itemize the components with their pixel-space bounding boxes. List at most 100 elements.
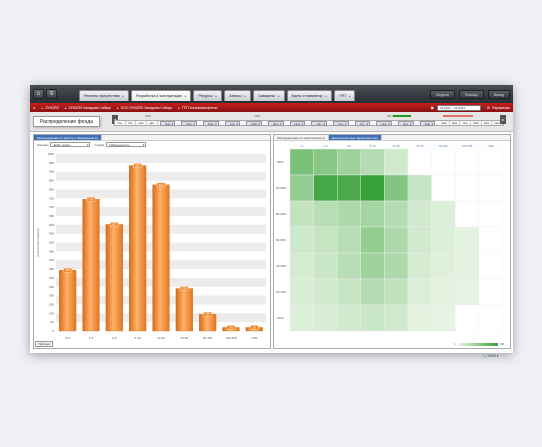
timeline-month[interactable]: Сен bbox=[115, 121, 126, 125]
timeline-month[interactable]: Июл bbox=[289, 121, 306, 126]
heatmap-cell[interactable] bbox=[289, 278, 314, 306]
heatmap-cell[interactable] bbox=[384, 226, 409, 254]
heatmap-cell[interactable] bbox=[289, 148, 314, 176]
heatmap-cell[interactable] bbox=[337, 278, 362, 306]
breadcrumb-item[interactable]: ▸ ТПП Когалымнефтегаз bbox=[176, 106, 218, 110]
zoom-indicator[interactable]: 🔍 100% ▾ bbox=[482, 354, 499, 358]
module-tab[interactable]: Ресурсы ▸ bbox=[193, 89, 223, 101]
timeline-month[interactable]: Май bbox=[471, 121, 482, 125]
timeline-month[interactable]: Фев bbox=[439, 121, 450, 125]
heatmap-cell[interactable] bbox=[431, 226, 456, 254]
panel-tab[interactable]: Распределение по дебиту и обводненности bbox=[34, 135, 102, 140]
timeline-months[interactable]: СенОктНояДекЯнвФевМарАпрМайИюнИюлАвгСенО… bbox=[114, 120, 504, 126]
timeline-compare-range[interactable] bbox=[443, 115, 473, 117]
bar[interactable] bbox=[152, 184, 170, 332]
heatmap-cell[interactable] bbox=[384, 252, 409, 280]
heatmap-cell[interactable] bbox=[313, 252, 338, 280]
timeline-month[interactable]: Янв bbox=[159, 121, 176, 126]
timeline-month[interactable]: Мар bbox=[202, 121, 219, 126]
heatmap-cell[interactable] bbox=[431, 174, 456, 202]
period-selector[interactable]: ▣ 01.2013 – 01.2014 bbox=[431, 104, 481, 111]
timeline-month[interactable]: Апр bbox=[224, 121, 241, 126]
module-tab[interactable]: Скважины ▸ bbox=[253, 89, 285, 101]
heatmap-cell[interactable] bbox=[454, 200, 479, 228]
breadcrumb-item[interactable]: ▸ ЛУКОЙЛ bbox=[40, 106, 59, 110]
heatmap-cell[interactable] bbox=[478, 226, 503, 254]
bar[interactable] bbox=[59, 269, 77, 332]
heatmap-cell[interactable] bbox=[431, 278, 456, 306]
table-button[interactable]: Таблица bbox=[35, 341, 53, 347]
heatmap-cell[interactable] bbox=[337, 174, 362, 202]
timeline-month[interactable]: Июн bbox=[482, 121, 493, 125]
timeline-month[interactable]: Апр bbox=[460, 121, 472, 125]
heatmap-cell[interactable] bbox=[360, 200, 385, 228]
home-icon[interactable]: ⌂ bbox=[33, 89, 44, 99]
heatmap-cell[interactable] bbox=[407, 226, 432, 254]
breadcrumb-item[interactable]: ▸ ЛУКОЙЛ-Западная Сибирь bbox=[63, 106, 111, 110]
heatmap-cell[interactable] bbox=[431, 304, 456, 332]
period-field[interactable]: 01.2013 – 01.2014 bbox=[436, 104, 481, 111]
heatmap-cell[interactable] bbox=[478, 174, 503, 202]
heatmap-cell[interactable] bbox=[478, 278, 503, 306]
timeline-month[interactable]: Мар bbox=[450, 121, 461, 125]
heatmap-cell[interactable] bbox=[360, 278, 385, 306]
heatmap-cell[interactable] bbox=[407, 252, 432, 280]
timeline-month[interactable]: Окт bbox=[126, 121, 137, 125]
heatmap-cell[interactable] bbox=[407, 304, 432, 332]
module-tab[interactable]: Карты и навигатор ▸ bbox=[286, 89, 333, 101]
heatmap-cell[interactable] bbox=[454, 148, 479, 176]
heatmap-cell[interactable] bbox=[313, 278, 338, 306]
module-tab[interactable]: Запасы ▸ bbox=[224, 89, 252, 101]
top-right-button[interactable]: Помощь bbox=[458, 89, 484, 99]
bar[interactable] bbox=[105, 224, 123, 332]
heatmap-cell[interactable] bbox=[431, 200, 456, 228]
heatmap-cell[interactable] bbox=[384, 200, 409, 228]
heatmap-cell[interactable] bbox=[360, 304, 385, 332]
bar[interactable] bbox=[175, 288, 193, 332]
heatmap-cell[interactable] bbox=[337, 200, 362, 228]
top-right-button[interactable]: Выход bbox=[487, 89, 510, 99]
heatmap-cell[interactable] bbox=[478, 200, 503, 228]
timeline[interactable]: 201220132014 СенОктНояДекЯнвФевМарАпрМай… bbox=[114, 115, 504, 129]
heatmap-cell[interactable] bbox=[289, 200, 314, 228]
breadcrumb-item[interactable]: ▸ ООО ЛУКОЙЛ-Западная Сибирь bbox=[115, 106, 172, 110]
menu-icon[interactable]: ≡ bbox=[46, 89, 57, 99]
heatmap-cell[interactable] bbox=[337, 148, 362, 176]
bar[interactable] bbox=[82, 199, 100, 332]
heatmap-cell[interactable] bbox=[431, 148, 456, 176]
module-tab[interactable]: ГРП ▸ bbox=[334, 89, 356, 101]
heatmap-cell[interactable] bbox=[289, 226, 314, 254]
heatmap-cell[interactable] bbox=[407, 174, 432, 202]
bar[interactable] bbox=[199, 314, 217, 332]
timeline-month[interactable]: Сен bbox=[332, 121, 349, 126]
module-tab[interactable]: Регионы присутствия ▸ bbox=[79, 89, 130, 101]
heatmap-cell[interactable] bbox=[454, 278, 479, 306]
timeline-month[interactable]: Ноя bbox=[376, 121, 392, 126]
heatmap-cell[interactable] bbox=[313, 174, 338, 202]
timeline-month[interactable]: Авг bbox=[311, 121, 327, 126]
rows-select[interactable]: Обводненность bbox=[106, 142, 147, 147]
heatmap-cell[interactable] bbox=[289, 174, 314, 202]
heatmap-cell[interactable] bbox=[454, 304, 479, 332]
timeline-month[interactable]: Фев bbox=[181, 121, 197, 126]
timeline-month[interactable]: Янв bbox=[419, 121, 436, 126]
timeline-month[interactable]: Окт bbox=[354, 121, 371, 126]
heatmap-cell[interactable] bbox=[454, 252, 479, 280]
heatmap-cell[interactable] bbox=[454, 174, 479, 202]
heatmap-cell[interactable] bbox=[313, 200, 338, 228]
heatmap-cell[interactable] bbox=[289, 252, 314, 280]
heatmap-cell[interactable] bbox=[313, 148, 338, 176]
heatmap-cell[interactable] bbox=[407, 148, 432, 176]
timeline-month[interactable]: Дек bbox=[147, 121, 158, 125]
heatmap-cell[interactable] bbox=[360, 174, 385, 202]
heatmap-cell[interactable] bbox=[478, 148, 503, 176]
heatmap-cell[interactable] bbox=[407, 200, 432, 228]
panel-tab[interactable]: Распределение по накопленности bbox=[274, 135, 329, 140]
heatmap-cell[interactable] bbox=[313, 304, 338, 332]
heatmap-cell[interactable] bbox=[384, 174, 409, 202]
parameters-button[interactable]: ⚙ Параметры bbox=[487, 106, 510, 110]
timeline-selected-range[interactable] bbox=[393, 115, 411, 117]
timeline-month[interactable]: Ноя bbox=[136, 121, 147, 125]
heatmap-cell[interactable] bbox=[478, 252, 503, 280]
heatmap-cell[interactable] bbox=[313, 226, 338, 254]
